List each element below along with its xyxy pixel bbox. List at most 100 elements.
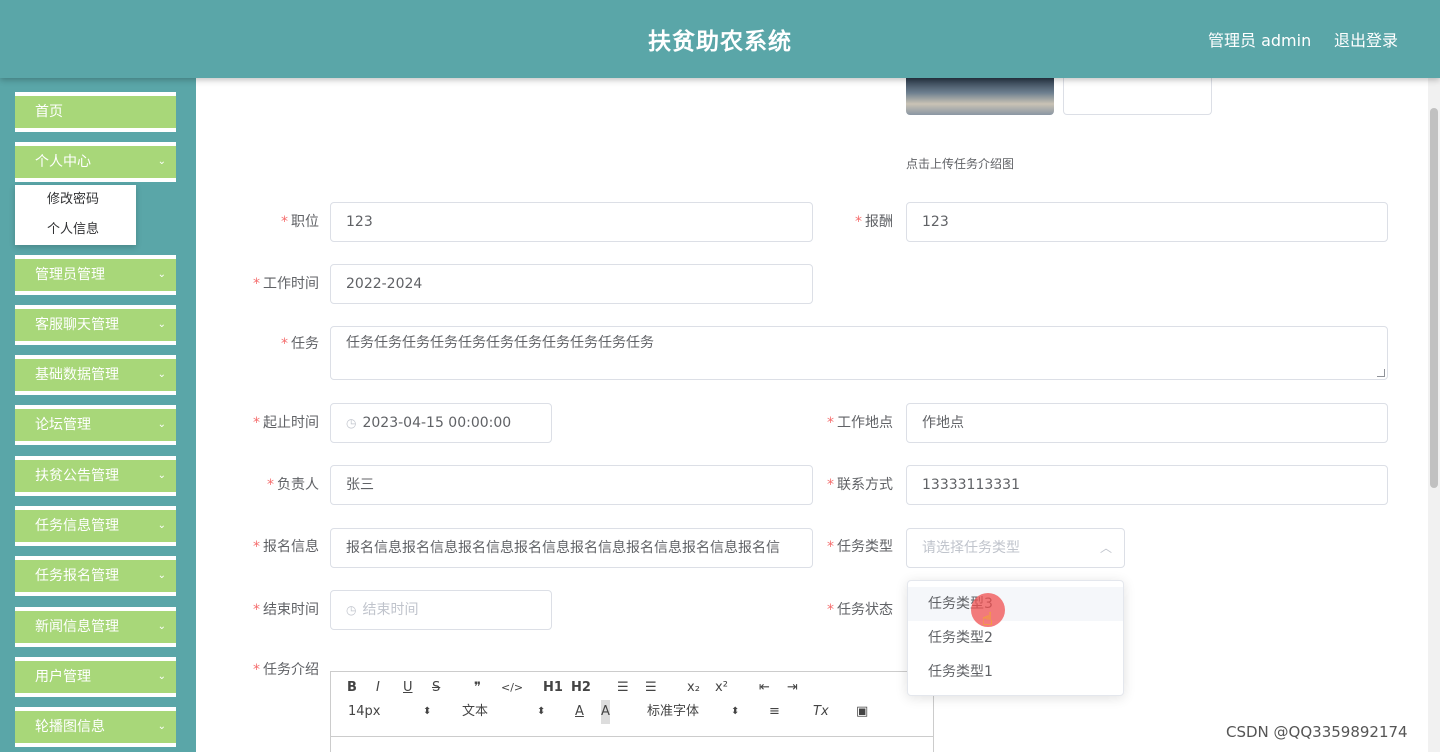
task-textarea[interactable]: 任务任务任务任务任务任务任务任务任务任务任务	[330, 326, 1388, 380]
sidebar-item-label: 扶贫公告管理	[35, 468, 119, 484]
quote-button[interactable]: ❞	[474, 676, 481, 700]
admin-user-label: 管理员 admin	[1208, 31, 1312, 50]
task-type-placeholder: 请选择任务类型	[922, 540, 1020, 556]
sidebar-item-announcement[interactable]: 扶贫公告管理 ⌄	[15, 456, 176, 496]
task-type-label: * 任务类型	[827, 539, 893, 555]
submenu-item-change-password[interactable]: 修改密码	[15, 185, 136, 215]
strike-button[interactable]: S	[432, 676, 440, 700]
sidebar-item-label: 管理员管理	[35, 267, 105, 283]
task-intro-image-thumbnail	[906, 78, 1054, 115]
superscript-button[interactable]: x²	[715, 676, 728, 700]
end-time-picker[interactable]: ◷ 结束时间	[330, 590, 552, 630]
sidebar-item-users[interactable]: 用户管理 ⌄	[15, 657, 176, 697]
chevron-updown-icon: ⬍	[537, 706, 546, 717]
font-size-select[interactable]: 14px	[348, 700, 381, 724]
clock-icon: ◷	[346, 603, 357, 617]
sidebar-item-label: 客服聊天管理	[35, 317, 119, 333]
indent-button[interactable]: ⇥	[787, 676, 798, 700]
underline-button[interactable]: U	[403, 676, 413, 700]
code-button[interactable]: </>	[501, 676, 523, 700]
logout-link[interactable]: 退出登录	[1334, 27, 1398, 51]
position-input[interactable]: 123	[330, 202, 813, 242]
sidebar: 首页 个人中心 ⌄ 修改密码 个人信息 管理员管理 ⌄ 客服聊天管理 ⌄ 基础数据管理…	[0, 78, 196, 752]
rich-text-editor[interactable]: B I U S ❞ </> H1 H2 ☰ ☰ x₂ x² ⇤ ⇥ 14px ⬍…	[330, 671, 934, 752]
contact-input[interactable]: 13333113331	[906, 465, 1388, 505]
upload-box[interactable]	[1063, 78, 1212, 115]
h1-button[interactable]: H1	[543, 676, 563, 700]
sidebar-item-personal-center[interactable]: 个人中心 ⌄	[15, 142, 176, 182]
editor-divider	[331, 736, 933, 737]
sidebar-item-label: 任务信息管理	[35, 518, 119, 534]
resize-handle-icon[interactable]	[1377, 369, 1385, 377]
italic-button[interactable]: I	[376, 676, 380, 700]
clear-format-button[interactable]: Tx	[813, 700, 829, 724]
top-header: 扶贫助农系统 管理员 admin 退出登录	[0, 0, 1440, 78]
signup-info-input[interactable]: 报名信息报名信息报名信息报名信息报名信息报名信息报名信息报名信	[330, 528, 813, 568]
task-status-label: * 任务状态	[827, 602, 893, 618]
bold-button[interactable]: B	[347, 676, 357, 700]
main-scrollbar[interactable]	[1428, 78, 1440, 752]
sidebar-item-task-info[interactable]: 任务信息管理 ⌄	[15, 506, 176, 546]
chevron-down-icon: ⌄	[157, 520, 166, 531]
scrollbar-thumb[interactable]	[1430, 108, 1438, 488]
chevron-updown-icon: ⬍	[731, 706, 740, 717]
dropdown-option-task-type-3[interactable]: 任务类型3	[908, 587, 1123, 621]
sidebar-item-task-signup[interactable]: 任务报名管理 ⌄	[15, 556, 176, 596]
sidebar-item-label: 首页	[35, 104, 63, 120]
ordered-list-button[interactable]: ☰	[617, 676, 629, 700]
image-icon[interactable]: ▣	[856, 700, 868, 724]
chevron-down-icon: ⌄	[157, 269, 166, 280]
sidebar-item-home[interactable]: 首页	[15, 92, 176, 132]
dropdown-option-task-type-1[interactable]: 任务类型1	[908, 655, 1123, 689]
chevron-down-icon: ⌄	[157, 621, 166, 632]
sidebar-item-carousel[interactable]: 轮播图信息 ⌄	[15, 707, 176, 747]
hand-cursor-icon: ☝	[982, 609, 993, 630]
sidebar-item-base-data[interactable]: 基础数据管理 ⌄	[15, 355, 176, 395]
h2-button[interactable]: H2	[571, 676, 591, 700]
sidebar-item-label: 个人中心	[35, 154, 91, 170]
editor-toolbar-row-1: B I U S ❞ </> H1 H2 ☰ ☰ x₂ x² ⇤ ⇥	[331, 676, 933, 700]
task-type-dropdown: 任务类型3 任务类型2 任务类型1	[907, 580, 1124, 696]
sidebar-item-chat-management[interactable]: 客服聊天管理 ⌄	[15, 305, 176, 345]
align-button[interactable]: ≡	[769, 700, 780, 724]
start-end-time-label: * 起止时间	[253, 415, 319, 431]
salary-input[interactable]: 123	[906, 202, 1388, 242]
sidebar-item-admin-management[interactable]: 管理员管理 ⌄	[15, 255, 176, 295]
dropdown-option-task-type-2[interactable]: 任务类型2	[908, 621, 1123, 655]
sidebar-item-label: 用户管理	[35, 669, 91, 685]
work-time-input[interactable]: 2022-2024	[330, 264, 813, 304]
start-end-time-picker[interactable]: ◷ 2023-04-15 00:00:00	[330, 403, 552, 443]
sidebar-item-label: 基础数据管理	[35, 367, 119, 383]
signup-info-label: * 报名信息	[253, 539, 319, 555]
sidebar-item-forum[interactable]: 论坛管理 ⌄	[15, 405, 176, 445]
text-type-select[interactable]: 文本	[462, 700, 488, 724]
upload-hint: 点击上传任务介绍图	[906, 157, 1015, 171]
start-end-time-value: 2023-04-15 00:00:00	[362, 415, 512, 431]
person-in-charge-label: * 负责人	[267, 477, 319, 493]
chevron-down-icon: ⌄	[157, 369, 166, 380]
personal-center-submenu: 修改密码 个人信息	[15, 185, 136, 245]
subscript-button[interactable]: x₂	[687, 676, 700, 700]
person-in-charge-input[interactable]: 张三	[330, 465, 813, 505]
task-type-select[interactable]: 请选择任务类型 ︿	[906, 528, 1125, 568]
chevron-down-icon: ⌄	[157, 319, 166, 330]
outdent-button[interactable]: ⇤	[759, 676, 770, 700]
sidebar-item-label: 轮播图信息	[35, 719, 105, 735]
salary-label: * 报酬	[855, 214, 893, 230]
work-location-input[interactable]: 作地点	[906, 403, 1388, 443]
chevron-down-icon: ⌄	[157, 570, 166, 581]
bg-color-button[interactable]: A	[601, 700, 610, 724]
chevron-down-icon: ⌄	[157, 470, 166, 481]
chevron-updown-icon: ⬍	[423, 706, 432, 717]
sidebar-item-label: 论坛管理	[35, 417, 91, 433]
submenu-item-personal-info[interactable]: 个人信息	[15, 215, 136, 245]
sidebar-item-news[interactable]: 新闻信息管理 ⌄	[15, 607, 176, 647]
font-color-button[interactable]: A	[575, 700, 584, 724]
clock-icon: ◷	[346, 416, 357, 430]
contact-label: * 联系方式	[827, 477, 893, 493]
sidebar-item-label: 任务报名管理	[35, 568, 119, 584]
task-intro-label: * 任务介绍	[253, 662, 319, 678]
chevron-up-icon: ︿	[1099, 541, 1112, 555]
font-family-select[interactable]: 标准字体	[647, 700, 699, 724]
bullet-list-button[interactable]: ☰	[645, 676, 657, 700]
